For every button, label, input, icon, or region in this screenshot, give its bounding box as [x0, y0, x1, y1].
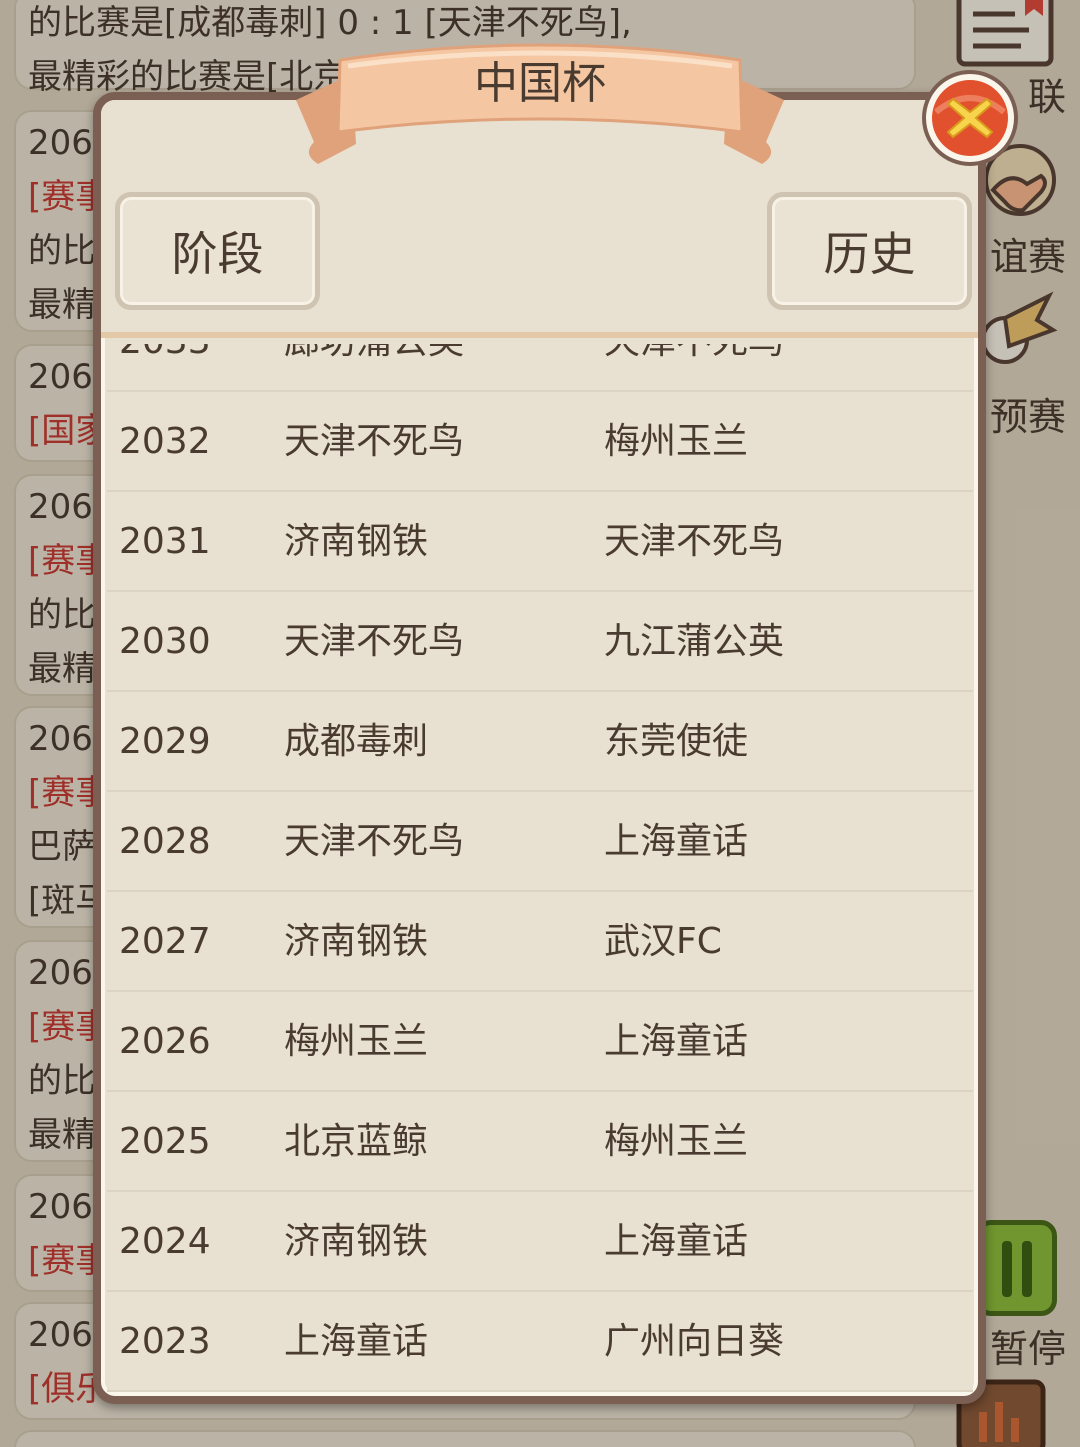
champion-cell: 天津不死鸟 — [284, 821, 465, 862]
champion-cell: 北京蓝鲸 — [284, 1121, 429, 1162]
year-cell: 2025 — [119, 1121, 211, 1162]
runner-up-cell: 天津不死鸟 — [604, 344, 784, 392]
runner-up-cell: 上海童话 — [604, 821, 749, 862]
table-row[interactable]: 2030 天津不死鸟 九江蒲公英 — [107, 592, 973, 692]
table-row[interactable]: 2023 上海童话 广州向日葵 — [107, 1292, 973, 1392]
champion-cell: 济南钢铁 — [284, 521, 429, 562]
runner-up-cell: 东莞使徒 — [604, 721, 749, 762]
year-cell: 2024 — [119, 1221, 211, 1262]
year-cell: 2028 — [119, 821, 211, 862]
runner-up-cell: 梅州玉兰 — [604, 1121, 749, 1162]
tab-history[interactable]: 历史 — [767, 192, 972, 310]
history-table-body: 2033廊坊蒲公英天津不死鸟2032天津不死鸟梅州玉兰2031济南钢铁天津不死鸟… — [107, 344, 973, 1392]
runner-up-cell: 天津不死鸟 — [604, 521, 785, 562]
runner-up-cell: 广州向日葵 — [604, 1321, 785, 1362]
table-row[interactable]: 2026 梅州玉兰 上海童话 — [107, 992, 973, 1092]
champion-cell: 济南钢铁 — [284, 1221, 429, 1262]
runner-up-cell: 梅州玉兰 — [604, 421, 749, 462]
table-row[interactable]: 2032 天津不死鸟 梅州玉兰 — [107, 392, 973, 492]
history-table[interactable]: 2033廊坊蒲公英天津不死鸟2032天津不死鸟梅州玉兰2031济南钢铁天津不死鸟… — [107, 344, 973, 1392]
year-cell: 2023 — [119, 1321, 211, 1362]
table-row[interactable]: 2031 济南钢铁 天津不死鸟 — [107, 492, 973, 592]
year-cell: 2030 — [119, 621, 211, 662]
table-row[interactable]: 2033 廊坊蒲公英 天津不死鸟 — [107, 344, 973, 392]
champion-cell: 梅州玉兰 — [284, 1021, 429, 1062]
year-cell: 2031 — [119, 521, 211, 562]
champion-cell: 济南钢铁 — [284, 921, 429, 962]
runner-up-cell: 武汉FC — [604, 921, 722, 962]
year-cell: 2033 — [119, 344, 211, 392]
champion-cell: 上海童话 — [284, 1321, 429, 1362]
dialog-title: 中国杯 — [474, 58, 606, 109]
table-row[interactable]: 2028 天津不死鸟 上海童话 — [107, 792, 973, 892]
runner-up-cell: 上海童话 — [604, 1021, 749, 1062]
runner-up-cell: 上海童话 — [604, 1221, 749, 1262]
year-cell: 2029 — [119, 721, 211, 762]
champion-cell: 廊坊蒲公英 — [284, 344, 464, 392]
year-cell: 2026 — [119, 1021, 211, 1062]
champion-cell: 天津不死鸟 — [284, 621, 465, 662]
table-row[interactable]: 2027 济南钢铁 武汉FC — [107, 892, 973, 992]
table-row[interactable]: 2029 成都毒刺 东莞使徒 — [107, 692, 973, 792]
table-row[interactable]: 2024 济南钢铁 上海童话 — [107, 1192, 973, 1292]
cup-history-dialog: 阶段 历史 2033廊坊蒲公英天津不死鸟2032天津不死鸟梅州玉兰2031济南钢… — [93, 92, 986, 1404]
year-cell: 2032 — [119, 421, 211, 462]
champion-cell: 天津不死鸟 — [284, 421, 465, 462]
runner-up-cell: 九江蒲公英 — [604, 621, 785, 662]
table-row[interactable]: 2025 北京蓝鲸 梅州玉兰 — [107, 1092, 973, 1192]
tab-stage[interactable]: 阶段 — [115, 192, 320, 310]
champion-cell: 成都毒刺 — [284, 721, 429, 762]
year-cell: 2027 — [119, 921, 211, 962]
close-icon[interactable] — [920, 68, 1020, 168]
